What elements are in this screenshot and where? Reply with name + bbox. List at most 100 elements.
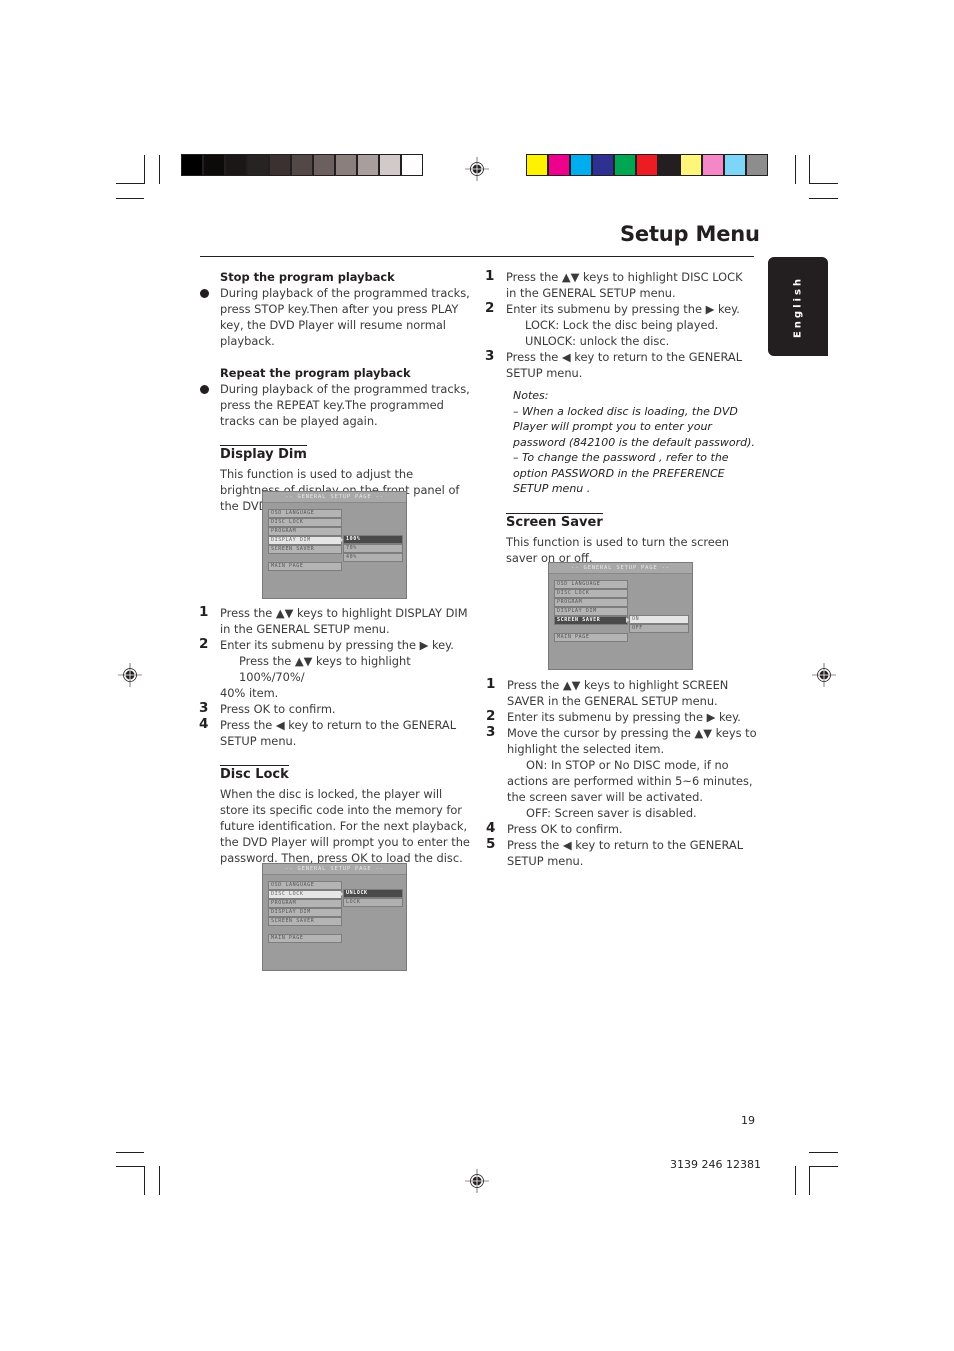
color-swatch [659, 155, 679, 175]
step-number: 3 [199, 700, 209, 716]
ss-step-3: 3 Move the cursor by pressing the ▲▼ keys… [486, 724, 757, 757]
step-text: Press OK to confirm. [220, 702, 336, 716]
step-text: Press the ▲▼ keys to highlight DISPLAY D… [220, 606, 468, 636]
notes-block: Notes: – When a locked disc is loading, … [506, 388, 756, 497]
osd-option-selected: 100% [343, 535, 403, 544]
screen-saver-heading: Screen Saver [506, 512, 603, 530]
disc-lock-heading: Disc Lock [220, 765, 289, 782]
grayscale-color-bar [181, 154, 423, 176]
osd-option: LOCK [343, 898, 403, 907]
color-swatch [314, 155, 334, 175]
osd-disc-lock-screenshot: -- GENERAL SETUP PAGE -- OSD LANGUAGE DI… [262, 863, 407, 971]
ss-step-3-off: OFF: Screen saver is disabled. [526, 806, 697, 820]
left-column: Stop the program playback During playbac… [200, 269, 470, 514]
osd-main-page: MAIN PAGE [268, 934, 342, 943]
crop-mark [795, 1166, 796, 1195]
step-2-sub-cont: 40% item. [220, 686, 279, 700]
osd-item: SCREEN SAVER [268, 545, 342, 554]
stop-program-text: During playback of the programmed tracks… [200, 285, 470, 349]
step-number: 1 [199, 604, 209, 620]
color-swatch [571, 155, 591, 175]
language-tab-label: English [792, 275, 804, 338]
osd-item-selected: SCREEN SAVER [554, 616, 628, 625]
stop-program-body: During playback of the programmed tracks… [220, 286, 470, 348]
step-number: 2 [485, 300, 495, 316]
osd-option: 70% [343, 544, 403, 553]
screen-saver-intro: This function is used to turn the screen… [506, 534, 730, 565]
step-text: Enter its submenu by pressing the ▶ key. [506, 302, 740, 316]
color-swatch [747, 155, 767, 175]
color-swatch [402, 155, 422, 175]
disc-lock-step-1: 1 Press the ▲▼ keys to highlight DISC LOC… [485, 268, 756, 301]
color-swatch [527, 155, 547, 175]
repeat-program-text: During playback of the programmed tracks… [200, 381, 470, 429]
display-dim-heading: Display Dim [220, 445, 307, 462]
ss-step-5: 5 Press the ◀ key to return to the GENERA… [486, 836, 757, 869]
color-swatch [380, 155, 400, 175]
process-color-bar [526, 154, 768, 176]
step-number: 3 [485, 348, 495, 364]
screen-saver-steps: 1 Press the ▲▼ keys to highlight SCREEN S… [486, 676, 757, 869]
page-number: 19 [741, 1114, 755, 1127]
step-text: Press the ◀ key to return to the GENERAL… [506, 350, 743, 380]
crop-mark [159, 155, 160, 184]
color-swatch [204, 155, 224, 175]
osd-display-dim-screenshot: -- GENERAL SETUP PAGE -- OSD LANGUAGE DI… [262, 491, 407, 599]
osd-item: DISPLAY DIM [554, 607, 628, 616]
osd-main-page: MAIN PAGE [268, 562, 342, 571]
crop-mark [809, 183, 838, 184]
step-text: Press the ▲▼ keys to highlight SCREEN SA… [507, 678, 729, 708]
note-2: – To change the password , refer to the … [513, 451, 729, 495]
disc-lock-step-2: 2 Enter its submenu by pressing the ▶ key… [485, 300, 756, 317]
osd-option: OFF [629, 624, 689, 633]
registration-mark-icon [812, 663, 836, 687]
osd-item: OSD LANGUAGE [268, 881, 342, 890]
ss-step-4: 4 Press OK to confirm. [486, 820, 757, 837]
right-column: 1 Press the ▲▼ keys to highlight DISC LOC… [485, 268, 756, 566]
osd-item: PROGRAM [554, 598, 628, 607]
registration-mark-icon [465, 1169, 489, 1193]
step-text: Enter its submenu by pressing the ▶ key. [220, 638, 454, 652]
bullet-icon [200, 385, 209, 394]
step-text: Press the ▲▼ keys to highlight DISC LOCK… [506, 270, 743, 300]
color-swatch [226, 155, 246, 175]
stop-program-heading: Stop the program playback [220, 270, 395, 284]
osd-item: PROGRAM [268, 899, 342, 908]
color-swatch [615, 155, 635, 175]
osd-main-page: MAIN PAGE [554, 633, 628, 642]
bullet-icon [200, 289, 209, 298]
crop-mark [116, 1152, 144, 1153]
crop-mark [116, 198, 144, 199]
crop-mark [809, 1166, 810, 1195]
color-swatch [358, 155, 378, 175]
color-swatch [725, 155, 745, 175]
crop-mark [144, 1166, 145, 1195]
osd-item: PROGRAM [268, 527, 342, 536]
osd-item: DISC LOCK [268, 518, 342, 527]
color-swatch [593, 155, 613, 175]
ss-step-3-on: ON: In STOP or No DISC mode, if no [526, 758, 729, 772]
step-text: Move the cursor by pressing the ▲▼ keys … [507, 726, 757, 756]
crop-mark [116, 1166, 144, 1167]
crop-mark [159, 1166, 160, 1195]
color-swatch [270, 155, 290, 175]
crop-mark [809, 155, 810, 184]
step-number: 2 [486, 708, 496, 724]
step-number: 3 [486, 724, 496, 740]
disc-lock-step-2-lock: LOCK: Lock the disc being played. [525, 318, 719, 332]
step-2-sub: Press the ▲▼ keys to highlight 100%/70%/ [239, 654, 411, 684]
ss-step-1: 1 Press the ▲▼ keys to highlight SCREEN S… [486, 676, 757, 709]
color-swatch [182, 155, 202, 175]
note-1: – When a locked disc is loading, the DVD… [513, 404, 755, 449]
color-swatch [549, 155, 569, 175]
step-3: 3 Press OK to confirm. [199, 700, 472, 717]
notes-label: Notes: [513, 389, 549, 402]
step-number: 4 [199, 716, 209, 732]
registration-mark-icon [465, 157, 489, 181]
osd-title: -- GENERAL SETUP PAGE -- [263, 492, 406, 503]
osd-item-selected: DISPLAY DIM [268, 536, 342, 545]
document-code: 3139 246 12381 [670, 1158, 761, 1171]
crop-mark [809, 1152, 838, 1153]
disc-lock-step-2-unlock: UNLOCK: unlock the disc. [525, 334, 670, 348]
step-1: 1 Press the ▲▼ keys to highlight DISPLAY … [199, 604, 472, 637]
